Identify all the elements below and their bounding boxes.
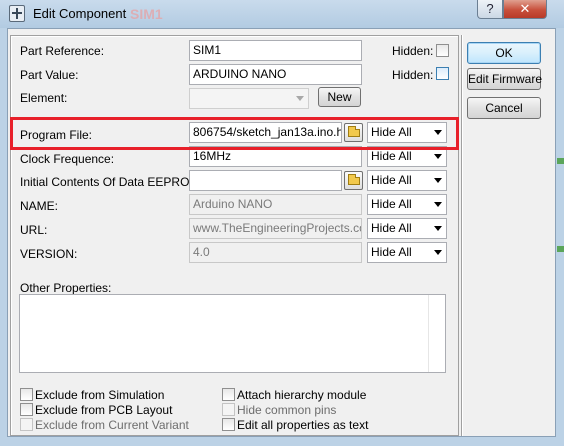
chevron-down-icon [434, 202, 442, 207]
new-element-button[interactable]: New [318, 87, 361, 107]
chevron-down-icon [434, 154, 442, 159]
ok-button[interactable]: OK [467, 42, 541, 64]
eeprom-visibility-value: Hide All [371, 173, 412, 187]
exclude-simulation-checkbox[interactable] [20, 388, 33, 401]
url-input: www.TheEngineeringProjects.com [189, 218, 362, 239]
eeprom-label: Initial Contents Of Data EEPROM: [20, 175, 203, 189]
exclude-pcb-checkbox[interactable] [20, 403, 33, 416]
hide-common-pins-label: Hide common pins [237, 403, 337, 417]
part-value-input[interactable]: ARDUINO NANO [189, 64, 362, 85]
program-file-highlight-box [10, 117, 459, 150]
clock-frequency-label: Clock Frequence: [20, 152, 115, 166]
component-app-icon [9, 5, 25, 22]
edit-firmware-button[interactable]: Edit Firmware [467, 68, 542, 90]
part-value-hidden-label: Hidden: [392, 68, 434, 82]
name-label: NAME: [20, 199, 59, 213]
background-wire [557, 246, 564, 252]
name-visibility-select[interactable]: Hide All [367, 194, 447, 215]
chevron-down-icon [296, 96, 304, 101]
textarea-scrollbar [428, 295, 445, 372]
close-button[interactable] [503, 0, 547, 19]
chevron-down-icon [434, 226, 442, 231]
window-title: Edit Component [33, 6, 127, 21]
exclude-pcb-label: Exclude from PCB Layout [35, 403, 173, 417]
background-window-edge [556, 28, 564, 446]
background-wire [557, 158, 564, 164]
part-reference-label: Part Reference: [20, 44, 105, 58]
clock-frequency-visibility-value: Hide All [371, 149, 412, 163]
other-properties-textarea[interactable] [19, 294, 446, 373]
version-input: 4.0 [189, 242, 362, 263]
attach-hierarchy-label: Attach hierarchy module [237, 388, 367, 402]
chevron-down-icon [434, 250, 442, 255]
url-visibility-select[interactable]: Hide All [367, 218, 447, 239]
name-visibility-value: Hide All [371, 197, 412, 211]
part-reference-input[interactable]: SIM1 [189, 40, 362, 61]
name-input: Arduino NANO [189, 194, 362, 215]
hide-common-pins-checkbox [222, 403, 235, 416]
element-label: Element: [20, 91, 68, 105]
folder-icon [348, 174, 360, 185]
exclude-variant-label: Exclude from Current Variant [35, 418, 189, 432]
url-visibility-value: Hide All [371, 221, 412, 235]
element-select [189, 88, 309, 109]
part-reference-hidden-label: Hidden: [392, 44, 434, 58]
background-window-text: SIM1 [130, 6, 163, 22]
part-value-label: Part Value: [20, 68, 79, 82]
url-label: URL: [20, 223, 48, 237]
help-button[interactable]: ? [477, 0, 503, 19]
eeprom-browse-button[interactable] [344, 171, 363, 190]
attach-hierarchy-checkbox[interactable] [222, 388, 235, 401]
edit-all-properties-label: Edit all properties as text [237, 418, 369, 432]
version-visibility-value: Hide All [371, 245, 412, 259]
eeprom-input[interactable] [189, 170, 342, 191]
button-column-separator [461, 35, 463, 436]
version-visibility-select[interactable]: Hide All [367, 242, 447, 263]
chevron-down-icon [434, 178, 442, 183]
exclude-simulation-label: Exclude from Simulation [35, 388, 165, 402]
cancel-button[interactable]: Cancel [467, 97, 541, 119]
edit-all-properties-checkbox[interactable] [222, 418, 235, 431]
part-reference-hidden-checkbox[interactable] [436, 44, 449, 57]
other-properties-label: Other Properties: [20, 281, 112, 295]
part-value-hidden-checkbox[interactable] [436, 67, 449, 80]
exclude-variant-checkbox [20, 418, 33, 431]
version-label: VERSION: [20, 247, 78, 261]
eeprom-visibility-select[interactable]: Hide All [367, 170, 447, 191]
